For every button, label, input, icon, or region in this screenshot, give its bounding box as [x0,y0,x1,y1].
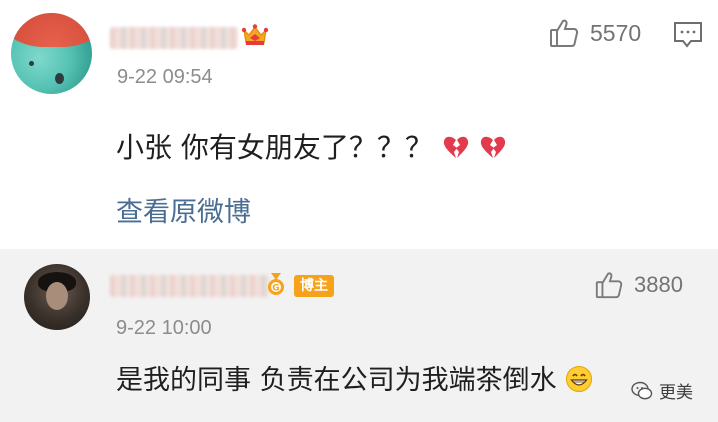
broken-heart-icon [443,136,468,158]
author-badge: 博主 [294,275,334,297]
view-original-link[interactable]: 查看原微博 [116,190,251,229]
comment-timestamp: 9-22 09:54 [117,66,213,88]
wechat-icon [631,381,653,399]
comment-timestamp: 9-22 10:00 [116,317,212,339]
username-blurred[interactable] [110,275,270,297]
thumbs-up-icon [595,272,623,299]
comment-reply-icon[interactable] [672,20,704,50]
watermark: 更美 [631,378,693,403]
crown-icon [241,24,269,45]
comment-text-body: 小张 你有女朋友了？？？ [116,131,433,164]
like-button[interactable]: 5570 [548,17,641,49]
watermark-label: 更美 [659,383,693,403]
username-blurred[interactable] [110,27,238,49]
like-count: 5570 [590,19,642,46]
medal-icon: G [268,273,284,295]
broken-heart-icon [480,136,505,158]
avatar[interactable] [11,13,92,94]
svg-text:G: G [272,284,279,294]
grin-icon [566,366,593,392]
avatar[interactable] [24,264,90,330]
comment-text-body: 是我的同事 负责在公司为我端茶倒水 [116,365,557,396]
thumbs-up-icon [550,19,579,47]
comment-text: 是我的同事 负责在公司为我端茶倒水 [116,358,593,397]
comment-text: 小张 你有女朋友了？？？ [116,126,507,166]
like-button[interactable]: 3880 [594,270,683,300]
like-count: 3880 [634,272,683,297]
